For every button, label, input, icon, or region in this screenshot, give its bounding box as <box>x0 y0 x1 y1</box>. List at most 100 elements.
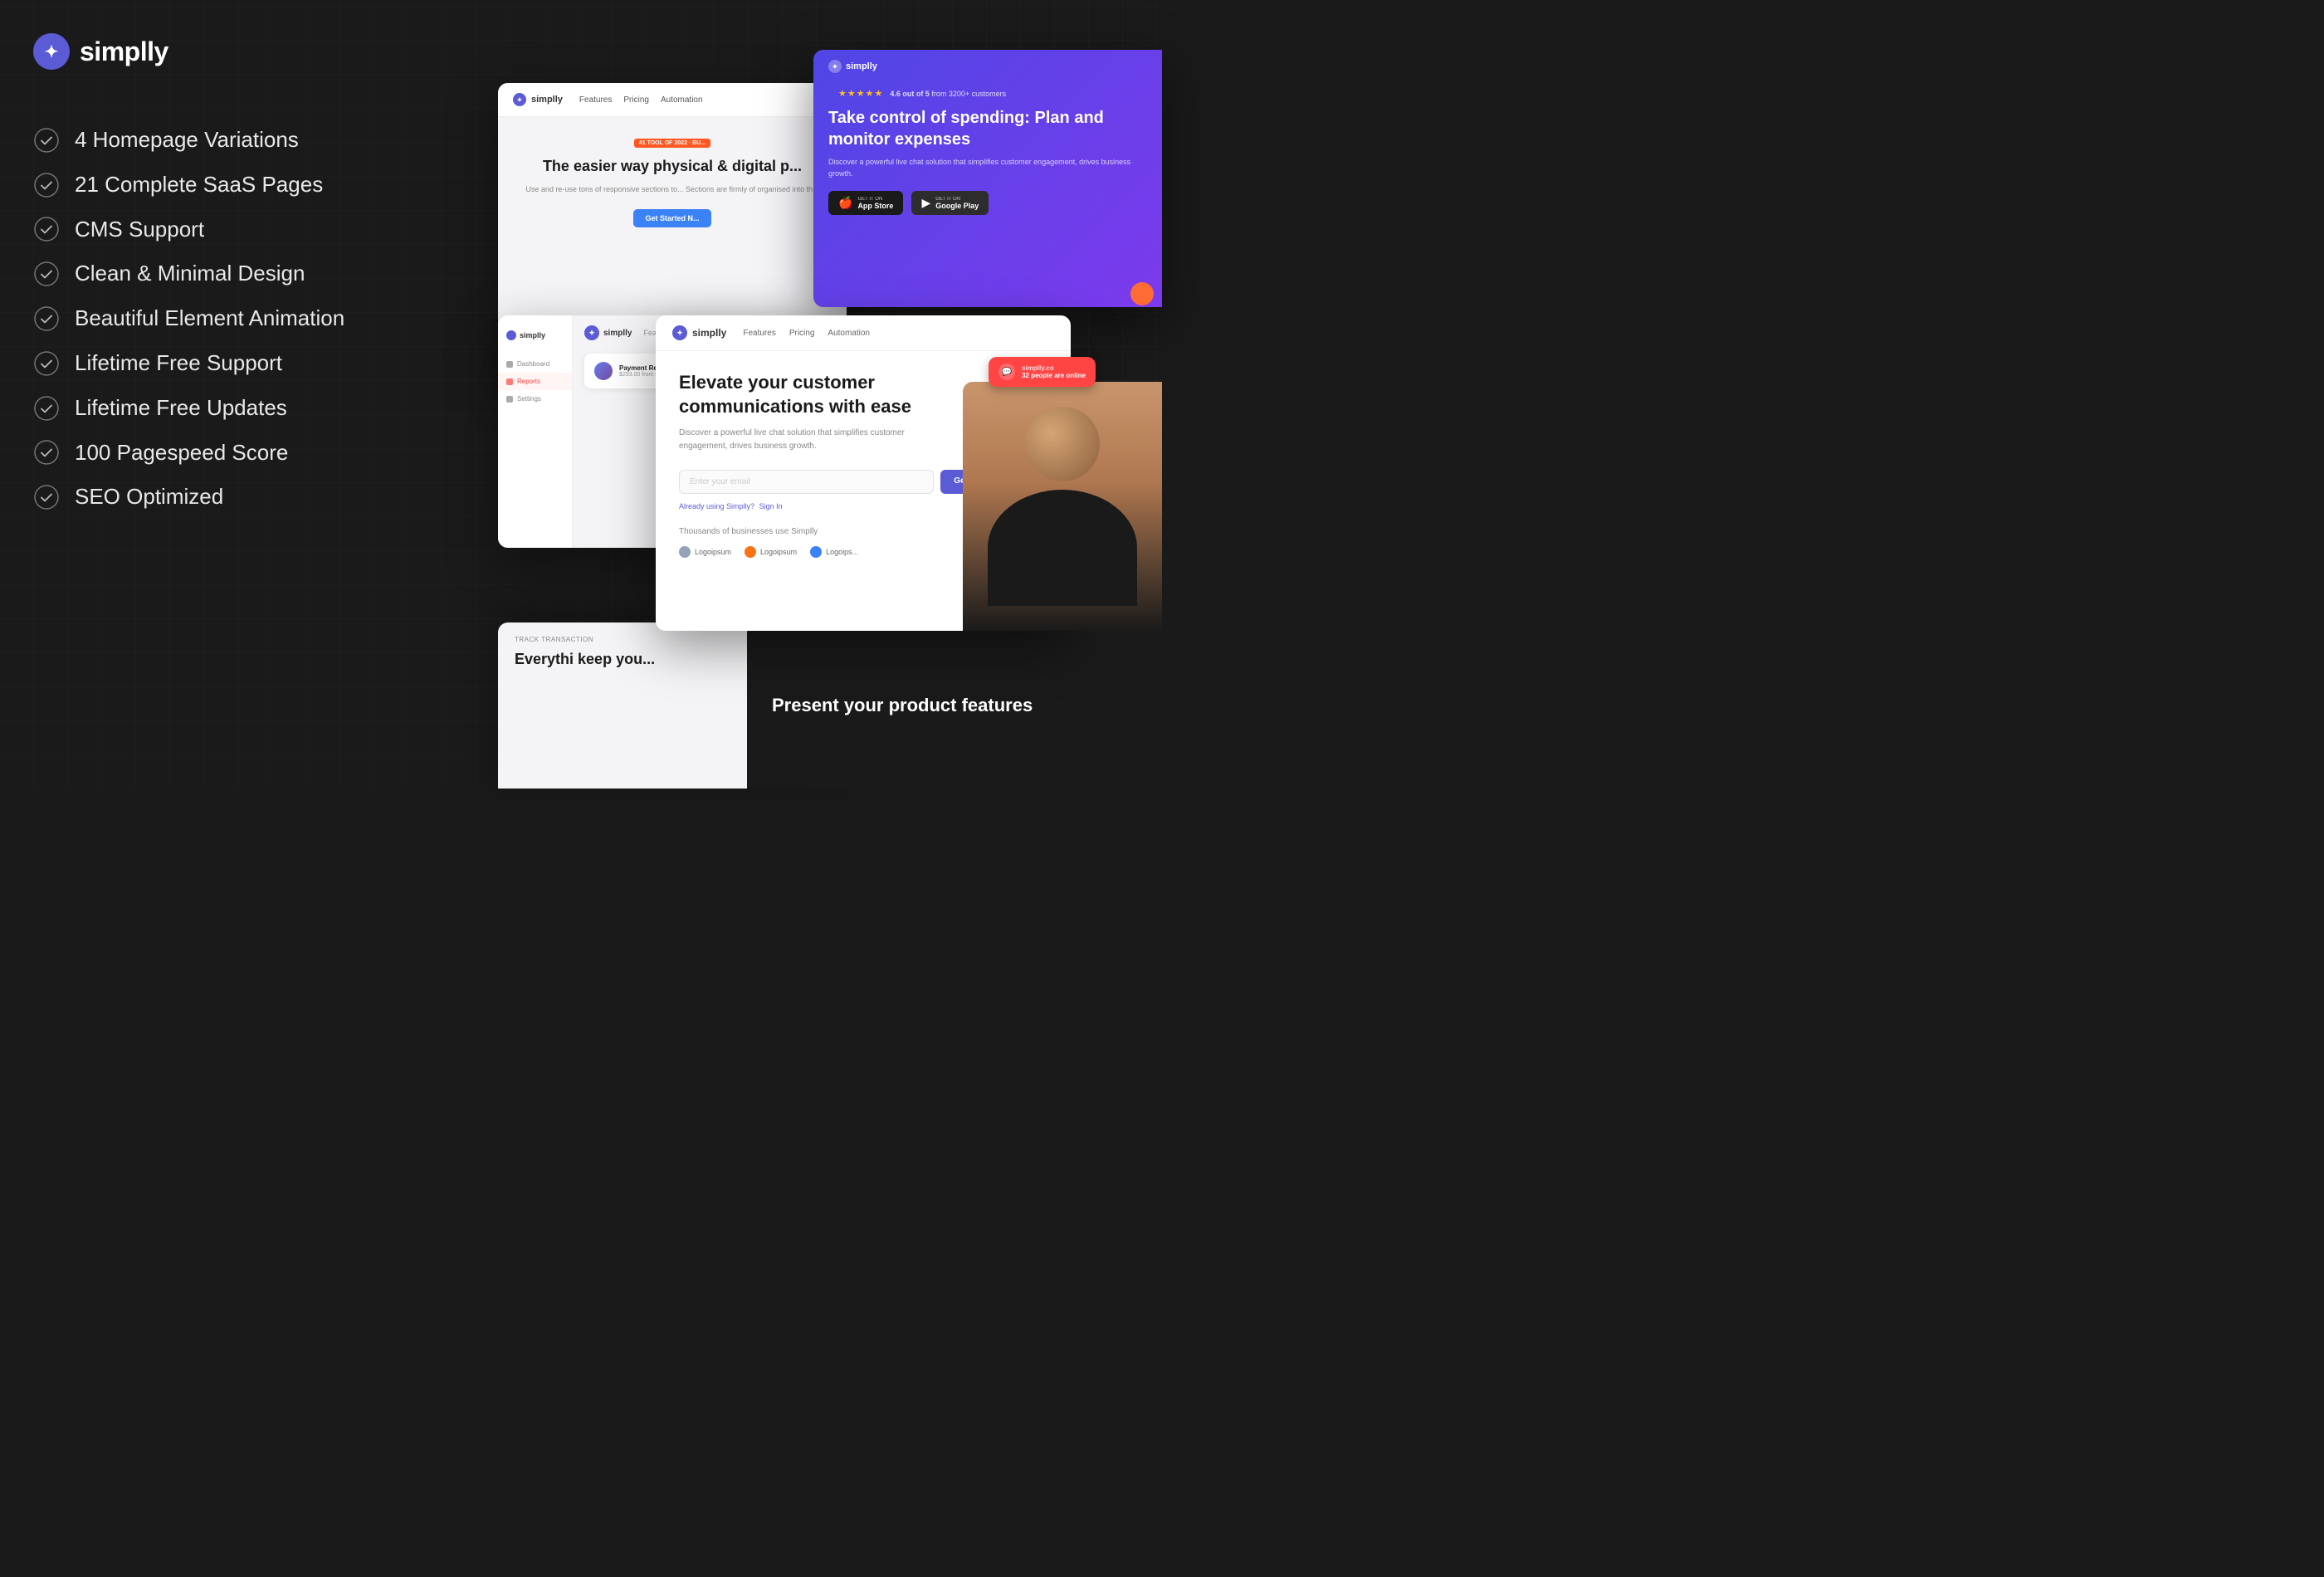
ss1-subtitle: Use and re-use tons of responsive sectio… <box>518 184 827 196</box>
ss4-navbar: ✦ simplly Features Pricing Automation <box>656 315 1071 351</box>
check-circle-icon <box>33 305 60 332</box>
ss3-nav-logo-text: simplly <box>603 329 632 338</box>
chat-icon: 💬 <box>998 364 1015 380</box>
sidebar-item-dashboard[interactable]: Dashboard <box>498 355 572 373</box>
google-play-button[interactable]: ▶ GET IT ON Google Play <box>911 191 989 215</box>
chat-bubble-text: simplly.co 32 people are online <box>1022 364 1086 379</box>
ss4-logo-text: simplly <box>692 327 726 339</box>
list-item: 21 Complete SaaS Pages <box>33 164 498 206</box>
feature-label: Lifetime Free Support <box>75 349 282 378</box>
ss4-logo: ✦ simplly <box>672 325 726 340</box>
sidebar-settings-label: Settings <box>517 395 541 403</box>
stars-icon: ★★★★★ <box>838 88 883 99</box>
ss2-rating: ★★★★★ 4.6 out of 5 from 3200+ customers <box>828 83 1147 104</box>
sidebar-item-settings[interactable]: Settings <box>498 390 572 408</box>
ss2-subtitle: Discover a powerful live chat solution t… <box>813 157 1162 191</box>
ss3-sidebar-icon <box>506 330 516 340</box>
ss2-rating-text: 4.6 out of 5 from 3200+ customers <box>890 90 1006 98</box>
person-photo <box>963 382 1162 631</box>
brand-logo-icon <box>679 546 691 558</box>
ss3-sidebar-logo-text: simplly <box>520 331 545 339</box>
orange-badge <box>1130 282 1154 305</box>
list-item: Lifetime Free Support <box>33 343 498 384</box>
chat-bubble: 💬 simplly.co 32 people are online <box>989 357 1096 387</box>
check-circle-icon <box>33 216 60 242</box>
list-item: CMS Support <box>33 209 498 251</box>
signin-link[interactable]: Sign In <box>759 502 783 510</box>
check-circle-icon <box>33 172 60 198</box>
list-item: 4 Homepage Variations <box>33 120 498 161</box>
sidebar-item-reports[interactable]: Reports <box>498 373 572 390</box>
google-play-label: GET IT ON Google Play <box>935 197 979 210</box>
brand-logo-icon <box>810 546 822 558</box>
bottom-right-text: Present your product features <box>772 694 1033 718</box>
ss4-title: Elevate your customer communications wit… <box>679 371 945 418</box>
ss2-logo-icon: ✦ <box>828 60 842 73</box>
feature-label: Beautiful Element Animation <box>75 305 344 333</box>
shoulder <box>988 490 1137 606</box>
ss4-nav-links: Features Pricing Automation <box>743 329 870 338</box>
app-store-label: GET IT ON App Store <box>857 197 893 210</box>
brand-logo-text: Logoips... <box>826 548 858 556</box>
app-store-button[interactable]: 🍎 GET IT ON App Store <box>828 191 903 215</box>
feature-label: 4 Homepage Variations <box>75 126 299 154</box>
ss1-badge: #1 TOOL OF 2022 · BU... <box>634 139 710 148</box>
check-circle-icon <box>33 127 60 154</box>
sidebar-reports-label: Reports <box>517 378 540 385</box>
check-circle-icon <box>33 350 60 377</box>
feature-label: CMS Support <box>75 216 204 244</box>
list-item: 100 Pagespeed Score <box>33 432 498 474</box>
app-store-get-it-on: GET IT ON <box>857 197 893 202</box>
screenshot-hero-dark: ✦ simplly ★★★★★ 4.6 out of 5 from 3200+ … <box>813 50 1162 307</box>
feature-label: SEO Optimized <box>75 483 223 511</box>
chat-site-name: simplly.co <box>1022 364 1086 372</box>
ss2-rating-value: 4.6 out of 5 <box>890 90 930 98</box>
logo: ✦ simplly <box>33 33 498 70</box>
ss2-title: Take control of spending: Plan and monit… <box>813 104 1162 157</box>
apple-icon: 🍎 <box>838 196 852 210</box>
check-circle-icon <box>33 484 60 510</box>
ss3-sidebar: simplly Dashboard Reports Settings <box>498 315 573 548</box>
ss4-subtitle: Discover a powerful live chat solution t… <box>679 427 928 453</box>
feature-label: 21 Complete SaaS Pages <box>75 171 323 199</box>
brand-logo-3: Logoips... <box>810 546 858 558</box>
features-list: 4 Homepage Variations 21 Complete SaaS P… <box>33 120 498 518</box>
sidebar-dot-icon <box>506 378 513 385</box>
check-circle-icon <box>33 439 60 466</box>
ss4-logo-icon: ✦ <box>672 325 687 340</box>
sidebar-dot-icon <box>506 361 513 368</box>
brand-logo-text: Logoipsum <box>695 548 731 556</box>
feature-label: 100 Pagespeed Score <box>75 439 288 467</box>
app-store-name: App Store <box>857 202 893 210</box>
brand-logo-icon <box>745 546 756 558</box>
ss2-logo: ✦ simplly <box>828 60 877 73</box>
email-input[interactable]: Enter your email <box>679 470 934 494</box>
ss4-nav-automation: Automation <box>828 329 870 338</box>
ss1-logo: ✦ simplly <box>513 93 563 106</box>
ss1-navbar: ✦ simplly Features Pricing Automation <box>498 83 847 117</box>
bottom-right-section: Present your product features <box>747 622 1162 788</box>
list-item: SEO Optimized <box>33 476 498 518</box>
face <box>1025 407 1100 481</box>
ss1-nav-links: Features Pricing Automation <box>579 95 703 105</box>
list-item: Clean & Minimal Design <box>33 253 498 295</box>
logo-text: simplly <box>80 37 168 67</box>
ss1-nav-features: Features <box>579 95 612 105</box>
feature-label: Clean & Minimal Design <box>75 260 305 288</box>
feature-label: Lifetime Free Updates <box>75 394 287 422</box>
ss4-nav-features: Features <box>743 329 775 338</box>
right-panel: ✦ simplly Features Pricing Automation #1… <box>481 0 1162 788</box>
brand-logo-text: Logoipsum <box>760 548 797 556</box>
ss1-nav-automation: Automation <box>661 95 703 105</box>
chat-online-count: 32 people are online <box>1022 372 1086 379</box>
sidebar-dashboard-label: Dashboard <box>517 360 549 368</box>
google-play-icon: ▶ <box>921 196 930 210</box>
ss1-cta-button[interactable]: Get Started N... <box>633 209 710 227</box>
avatar <box>594 362 613 380</box>
list-item: Lifetime Free Updates <box>33 388 498 429</box>
ss3-nav-logo: ✦ simplly <box>584 325 632 340</box>
ss2-rating-count: from 3200+ customers <box>931 90 1006 98</box>
brand-logo-2: Logoipsum <box>745 546 797 558</box>
check-circle-icon <box>33 261 60 287</box>
brand-logo-1: Logoipsum <box>679 546 731 558</box>
